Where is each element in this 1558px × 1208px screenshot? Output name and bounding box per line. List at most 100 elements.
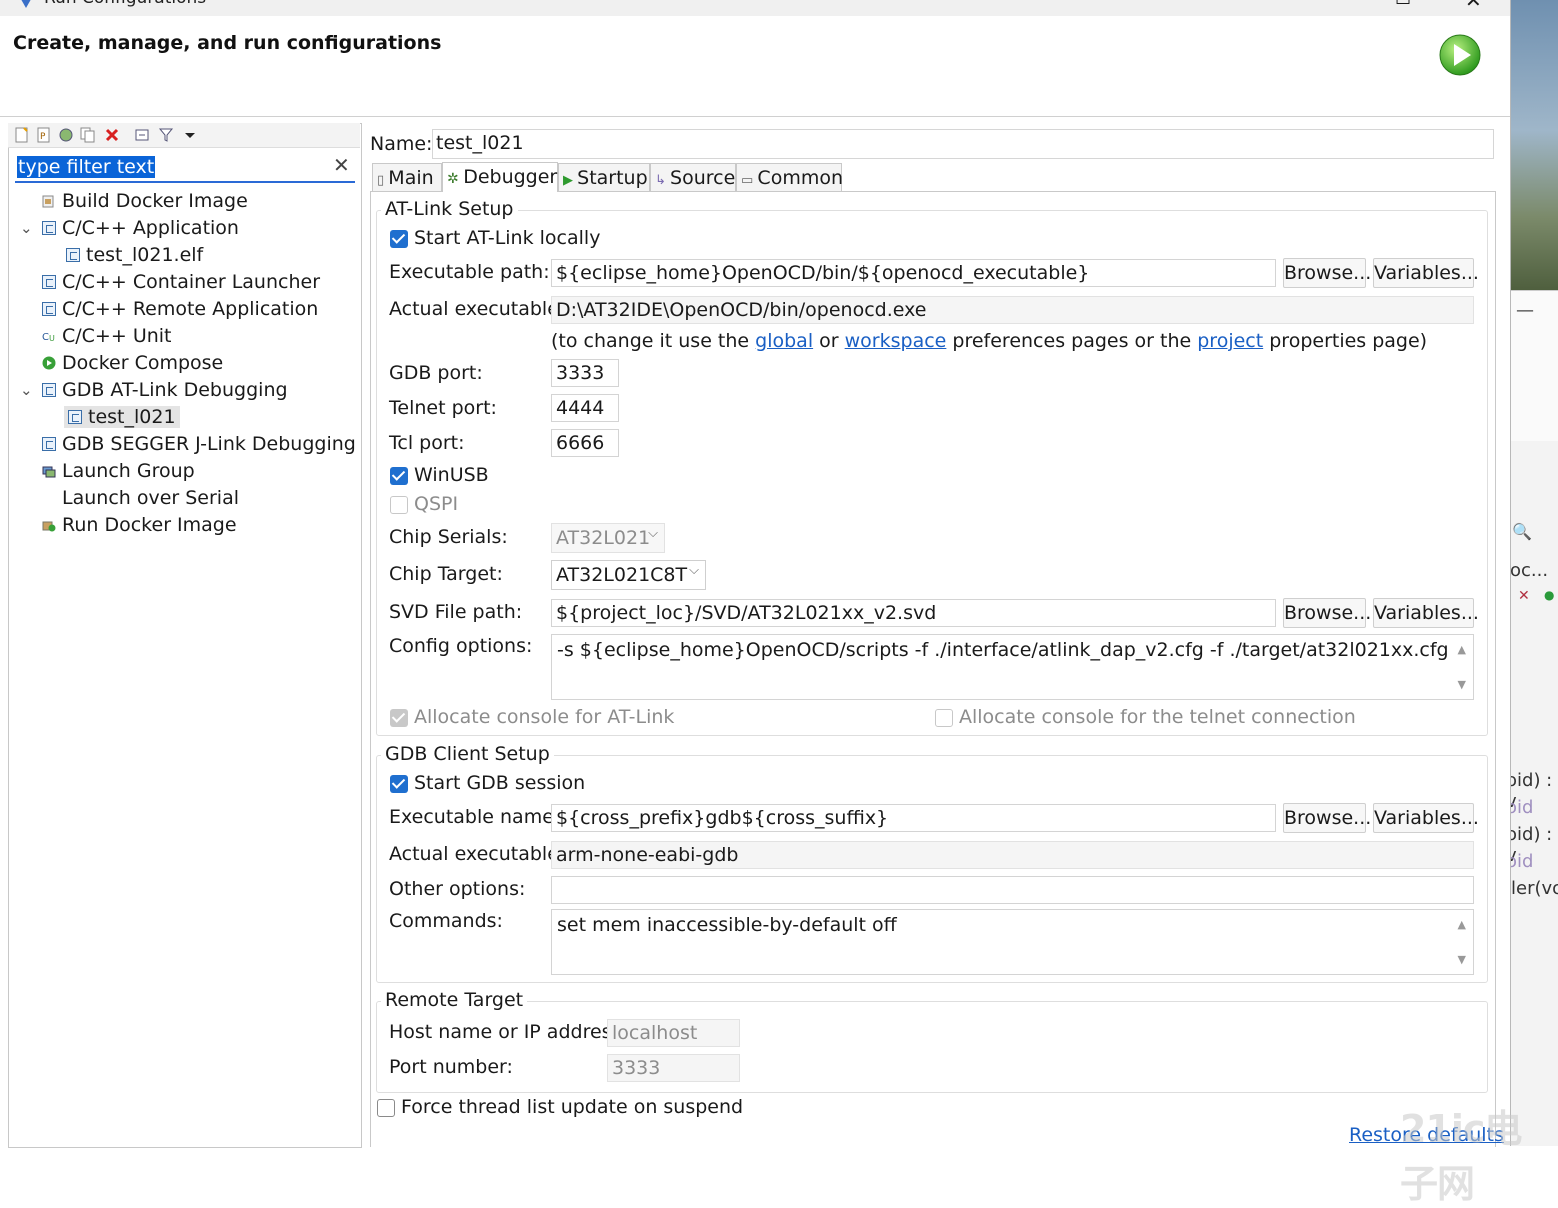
force-thread-label: Force thread list update on suspend — [401, 1096, 744, 1118]
background-image — [1510, 0, 1558, 290]
filter-input[interactable]: type filter text — [17, 156, 156, 178]
collapse-all-icon[interactable] — [134, 127, 150, 143]
c-config-icon — [42, 383, 56, 397]
executable-name-field[interactable]: ${cross_prefix}gdb${cross_suffix} — [551, 804, 1276, 832]
qspi-label: QSPI — [414, 493, 459, 515]
new-config-icon[interactable] — [14, 127, 30, 143]
winusb-checkbox[interactable] — [390, 467, 408, 485]
svd-path-field[interactable]: ${project_loc}/SVD/AT32L021xx_v2.svd — [551, 599, 1276, 627]
chevron-down-icon[interactable]: ⌄ — [20, 215, 33, 241]
debugger-tab-icon: ✲ — [447, 171, 464, 187]
executable-name-label: Executable name: — [389, 806, 561, 828]
scroll-down-icon[interactable]: ▼ — [1458, 678, 1466, 691]
maximize-button[interactable]: ☐ — [1395, 0, 1411, 9]
host-label: Host name or IP address: — [389, 1021, 628, 1043]
filter-icon[interactable] — [158, 127, 174, 143]
left-toolbar: P — [8, 123, 360, 148]
allocate-console-checkbox[interactable] — [390, 709, 408, 727]
tab-common[interactable]: ▭ Common — [736, 163, 843, 191]
tree-item-run-docker-image[interactable]: Run Docker Image — [42, 512, 237, 538]
tree-item-cpp-unit[interactable]: C U C/C++ Unit — [42, 323, 172, 349]
gdb-port-field[interactable]: 3333 — [551, 359, 619, 387]
variables-svd-button[interactable]: Variables... — [1373, 598, 1479, 628]
tree-item-launch-group[interactable]: Launch Group — [42, 458, 195, 484]
clear-filter-icon[interactable]: ✕ — [333, 153, 350, 177]
telnet-port-field[interactable]: 4444 — [551, 394, 619, 422]
config-options-textarea[interactable]: -s ${eclipse_home}OpenOCD/scripts -f ./i… — [551, 634, 1474, 700]
c-config-icon — [42, 275, 56, 289]
chip-target-select[interactable]: AT32L021C8T ⌵ — [551, 560, 706, 590]
browse-executable-button[interactable]: Browse... — [1283, 258, 1371, 288]
actual-executable-label: Actual executable: — [389, 298, 566, 320]
chip-serials-select[interactable]: AT32L021 ⌵ — [551, 523, 665, 553]
browse-gdb-button[interactable]: Browse... — [1283, 803, 1371, 833]
name-field[interactable]: test_l021 — [432, 129, 1494, 159]
tree-item-docker-compose[interactable]: Docker Compose — [42, 350, 223, 376]
project-link[interactable]: project — [1197, 330, 1263, 352]
name-label: Name: — [370, 133, 433, 155]
browse-svd-button[interactable]: Browse... — [1283, 598, 1371, 628]
scroll-up-icon[interactable]: ▲ — [1458, 918, 1466, 931]
host-field[interactable]: localhost — [607, 1019, 740, 1047]
tree-item-gdb-segger-jlink[interactable]: GDB SEGGER J-Link Debugging — [42, 431, 356, 457]
preferences-hint: (to change it use the global or workspac… — [551, 330, 1428, 352]
variables-gdb-button[interactable]: Variables... — [1373, 803, 1479, 833]
background-search-icon: 🔍 — [1512, 522, 1532, 541]
allocate-telnet-checkbox[interactable] — [935, 709, 953, 727]
gdb-actual-executable-field: arm-none-eabi-gdb — [551, 841, 1474, 869]
executable-path-label: Executable path: — [389, 261, 550, 283]
svg-text:P: P — [40, 132, 46, 142]
tree-item-build-docker-image[interactable]: Build Docker Image — [42, 188, 248, 214]
delete-icon[interactable] — [104, 127, 120, 143]
chevron-down-icon[interactable]: ⌄ — [20, 377, 33, 403]
tab-source[interactable]: ↳ Source — [650, 163, 736, 191]
tab-main[interactable]: ▯ Main — [372, 163, 442, 191]
close-button[interactable]: ✕ — [1465, 0, 1482, 12]
telnet-port-label: Telnet port: — [389, 397, 497, 419]
tree-item-cpp-remote-application[interactable]: C/C++ Remote Application — [42, 296, 318, 322]
background-bug-icon: ✕ — [1518, 588, 1530, 604]
tree-item-cpp-container-launcher[interactable]: C/C++ Container Launcher — [42, 269, 320, 295]
tcl-port-label: Tcl port: — [389, 432, 465, 454]
tree-item-cpp-application[interactable]: ⌄ C/C++ Application — [20, 215, 239, 241]
export-icon[interactable] — [58, 127, 74, 143]
chevron-down-icon: ⌵ — [689, 563, 699, 578]
start-atlink-checkbox[interactable] — [390, 230, 408, 248]
start-atlink-label: Start AT-Link locally — [414, 227, 601, 249]
tcl-port-field[interactable]: 6666 — [551, 429, 619, 457]
source-tab-icon: ↳ — [655, 173, 671, 188]
chip-target-label: Chip Target: — [389, 563, 503, 585]
tree-item-gdb-atlink-debugging[interactable]: ⌄ GDB AT-Link Debugging — [20, 377, 288, 403]
variables-executable-button[interactable]: Variables... — [1373, 258, 1479, 288]
selected-item: test_l021 — [64, 406, 180, 428]
commands-label: Commands: — [389, 910, 503, 932]
cunit-icon: CU — [42, 332, 55, 343]
remote-target-group — [376, 1001, 1488, 1093]
executable-path-field[interactable]: ${eclipse_home}OpenOCD/bin/${openocd_exe… — [551, 259, 1276, 287]
port-number-field[interactable]: 3333 — [607, 1054, 740, 1082]
scroll-down-icon[interactable]: ▼ — [1458, 953, 1466, 966]
tab-debugger[interactable]: ✲ Debugger — [442, 162, 558, 192]
tab-startup[interactable]: ▶ Startup — [558, 163, 650, 191]
duplicate-icon[interactable] — [80, 127, 96, 143]
watermark: 21ic电子网 — [1400, 1107, 1522, 1206]
tree-item-test-l021[interactable]: test_l021 — [64, 404, 180, 430]
other-options-field[interactable] — [551, 876, 1474, 904]
chevron-down-icon: ⌵ — [648, 526, 658, 541]
global-link[interactable]: global — [755, 330, 813, 352]
tree-item-test-l021-elf[interactable]: test_l021.elf — [66, 242, 203, 268]
c-config-icon — [42, 221, 56, 235]
qspi-checkbox[interactable] — [390, 496, 408, 514]
start-gdb-checkbox[interactable] — [390, 775, 408, 793]
tree-item-launch-over-serial[interactable]: Launch over Serial — [62, 485, 239, 511]
view-menu-icon[interactable] — [182, 127, 198, 143]
header-title: Create, manage, and run configurations — [13, 32, 442, 54]
commands-textarea[interactable]: set mem inaccessible-by-default off ▲ ▼ — [551, 909, 1474, 975]
filter-box[interactable]: type filter text ✕ — [15, 153, 355, 183]
title-bar: Run Configurations ☐ ✕ — [0, 0, 1510, 16]
workspace-link[interactable]: workspace — [845, 330, 947, 352]
force-thread-checkbox[interactable] — [377, 1099, 395, 1117]
svd-path-label: SVD File path: — [389, 601, 523, 623]
scroll-up-icon[interactable]: ▲ — [1458, 643, 1466, 656]
new-prototype-icon[interactable]: P — [36, 127, 52, 143]
